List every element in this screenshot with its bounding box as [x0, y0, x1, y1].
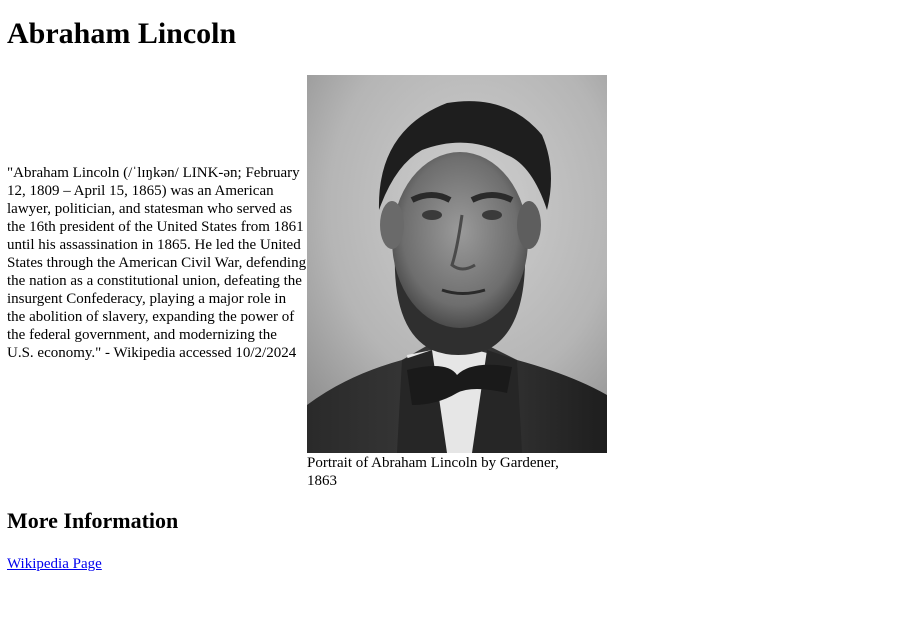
wikipedia-page-link[interactable]: Wikipedia Page: [7, 555, 102, 573]
more-information-heading: More Information: [7, 508, 179, 533]
portrait-caption: Portrait of Abraham Lincoln by Gardener,…: [307, 455, 559, 489]
page: Abraham Lincoln "Abraham Lincoln (/ˈlɪŋk…: [0, 0, 923, 617]
portrait-figure: Portrait of Abraham Lincoln by Gardener,…: [307, 75, 607, 490]
page-title: Abraham Lincoln: [7, 17, 237, 50]
wikipedia-quote: "Abraham Lincoln (/ˈlɪŋkən/ LINK-ən; Feb…: [7, 165, 307, 361]
lincoln-portrait-image: [307, 75, 607, 453]
